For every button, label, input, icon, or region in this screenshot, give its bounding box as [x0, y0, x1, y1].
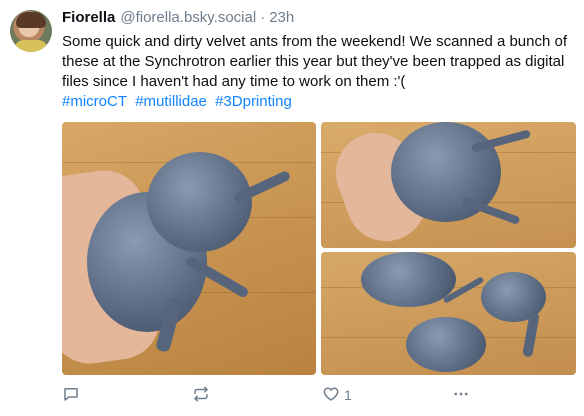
ant-model	[406, 317, 486, 372]
avatar-shirt	[14, 40, 48, 52]
repost-button[interactable]	[192, 384, 210, 406]
more-icon	[452, 385, 470, 406]
post-time[interactable]: 23h	[269, 9, 294, 26]
avatar[interactable]	[10, 10, 52, 52]
repost-icon	[192, 385, 210, 406]
hashtag-list: #microCT #mutillidae #3Dprinting	[62, 92, 296, 112]
post-actions: 1	[62, 384, 562, 406]
ant-model	[361, 252, 456, 307]
post-card[interactable]: Fiorella @fiorella.bsky.social · 23h Som…	[0, 0, 584, 416]
like-count: 1	[344, 387, 352, 403]
author-handle[interactable]: @fiorella.bsky.social	[120, 9, 256, 26]
hashtag-link[interactable]: #3Dprinting	[215, 93, 292, 110]
post-text: Some quick and dirty velvet ants from th…	[62, 33, 568, 90]
more-button[interactable]	[452, 384, 470, 406]
post-header: Fiorella @fiorella.bsky.social · 23h	[62, 9, 294, 29]
reply-icon	[62, 385, 80, 406]
post-image-2[interactable]	[321, 122, 576, 248]
heart-icon	[322, 385, 340, 406]
author-name[interactable]: Fiorella	[62, 9, 115, 26]
post-image-3[interactable]	[321, 252, 576, 375]
hashtag-link[interactable]: #microCT	[62, 93, 127, 110]
post-image-1[interactable]	[62, 122, 316, 375]
reply-button[interactable]	[62, 384, 80, 406]
avatar-hair	[16, 12, 46, 28]
hashtag-link[interactable]: #mutillidae	[135, 93, 207, 110]
like-button[interactable]: 1	[322, 384, 352, 406]
header-separator: ·	[260, 9, 266, 26]
